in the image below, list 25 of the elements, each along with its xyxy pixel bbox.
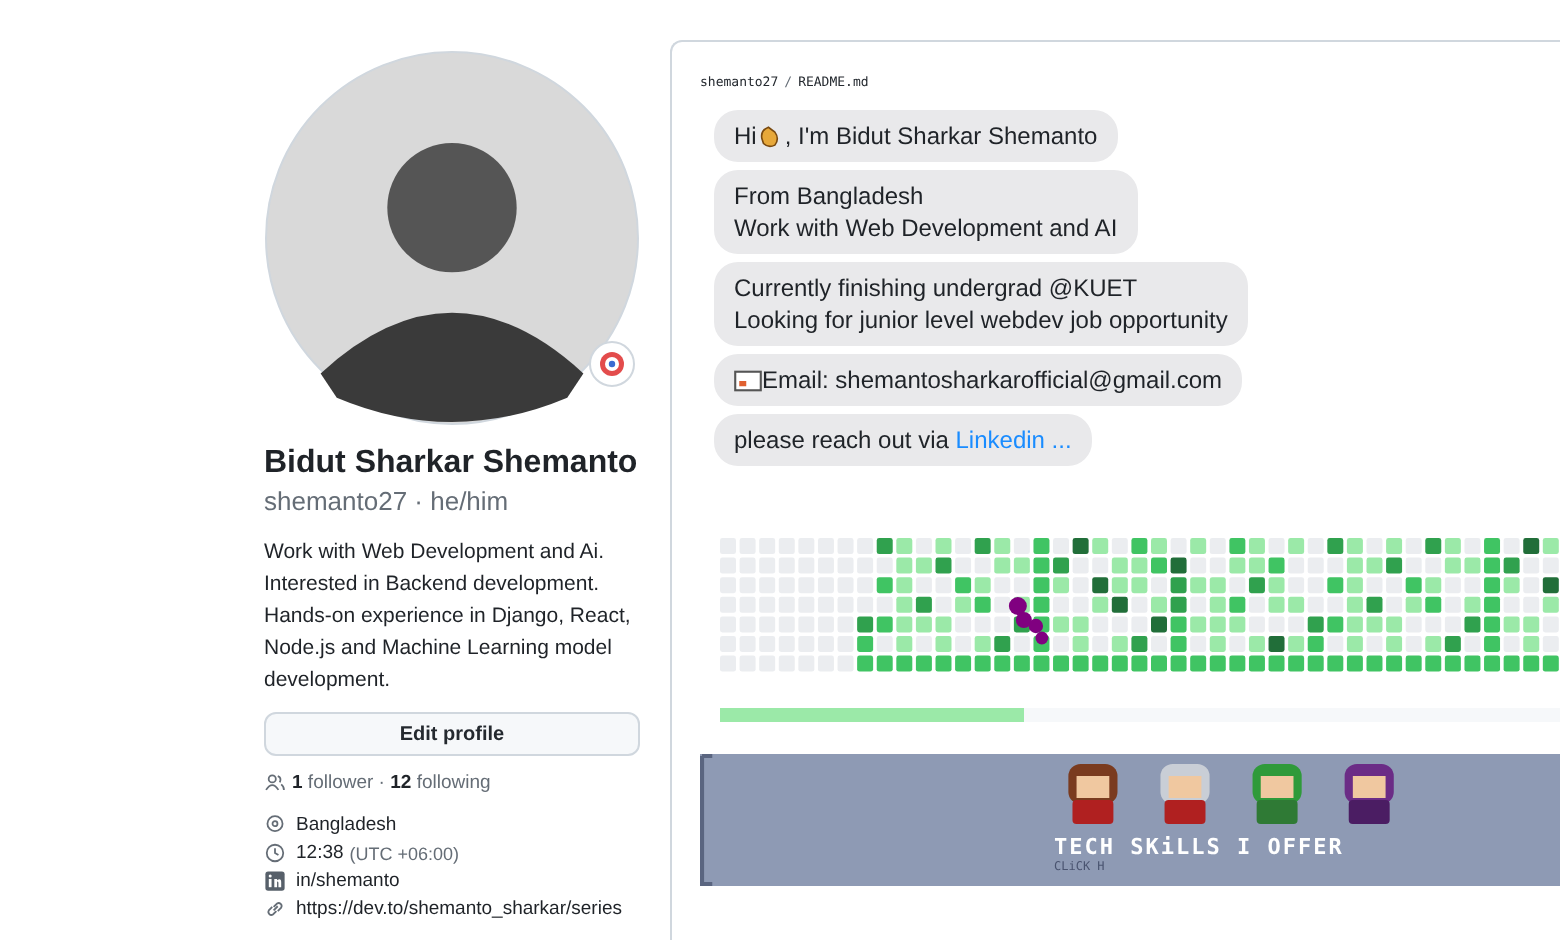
followers-link[interactable]: 1 follower · 12 following bbox=[292, 772, 491, 794]
bubble-text: Currently finishing undergrad @KUET bbox=[734, 272, 1140, 304]
linkedin-icon bbox=[264, 870, 286, 892]
timezone-note: (UTC +06:00) bbox=[349, 843, 460, 863]
profile-bio: Work with Web Development and Ai. Interested in Backend development. Hands-on experience in Django, React, Node.js and Machine Learning model development. bbox=[264, 538, 633, 696]
bubble-text: please reach out via bbox=[734, 424, 949, 456]
bubble-text: From Bangladesh bbox=[734, 180, 926, 212]
bubble-text: Email: shemantosharkarofficial@gmail.com bbox=[762, 364, 1223, 396]
clock-icon bbox=[264, 842, 286, 864]
location-pin-icon bbox=[264, 814, 286, 836]
profile-link[interactable]: https://dev.to/shemanto_sharkar/series bbox=[296, 898, 622, 920]
profile-detail: 12:38 bbox=[296, 842, 344, 864]
edit-profile-button[interactable]: Edit profile bbox=[264, 712, 640, 756]
link-icon bbox=[264, 898, 286, 920]
bubble-text: Work with Web Development and AI bbox=[734, 212, 1118, 244]
profile-handle: shemanto27 · he/him bbox=[264, 486, 511, 516]
people-icon bbox=[264, 772, 286, 794]
bubble-text: Looking for junior level webdev job opportunity bbox=[734, 304, 1228, 336]
banner-title: TECH SKiLLS I OFFER bbox=[1054, 834, 1344, 860]
target-icon[interactable] bbox=[588, 340, 636, 388]
profile-link[interactable]: in/shemanto bbox=[296, 870, 400, 892]
profile-name: Bidut Sharkar Shemanto bbox=[264, 446, 640, 482]
bubble-text: Hi bbox=[734, 120, 757, 152]
profile-detail: Bangladesh bbox=[296, 814, 397, 836]
bubble-text: , I'm Bidut Sharkar Shemanto bbox=[784, 120, 1098, 152]
